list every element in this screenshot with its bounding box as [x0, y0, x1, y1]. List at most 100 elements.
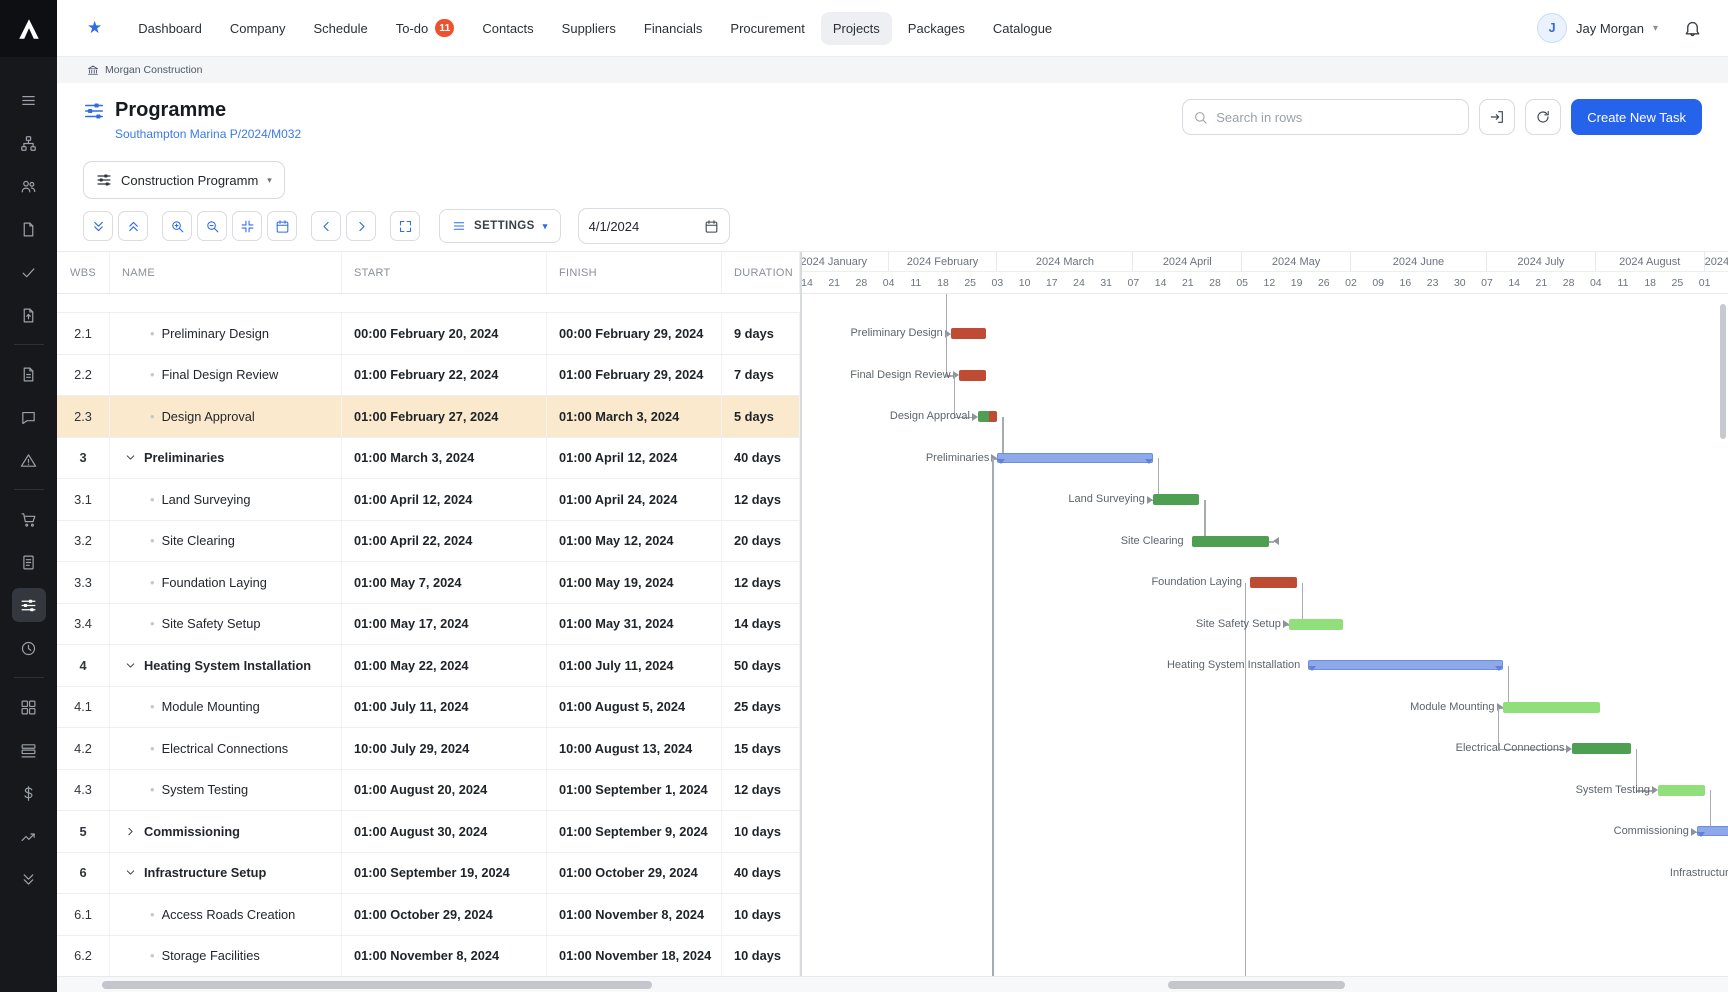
table-row[interactable]: 3.4 • Site Safety Setup 01:00 May 17, 2024 0…: [57, 603, 800, 645]
nav-item-projects[interactable]: Projects: [820, 11, 892, 45]
table-row[interactable]: 4.2 • Electrical Connections 10:00 July 29,…: [57, 728, 800, 770]
nav-item-procurement[interactable]: Procurement: [718, 12, 816, 45]
check-icon[interactable]: [12, 255, 46, 289]
timeline-week-tick: 05: [1236, 277, 1249, 289]
table-row[interactable]: 4.1 • Module Mounting 01:00 July 11, 2024 01…: [57, 686, 800, 728]
column-header-start: START: [342, 252, 547, 293]
sitemap-icon[interactable]: [12, 126, 46, 160]
name-cell: • Preliminary Design: [110, 313, 342, 354]
user-name[interactable]: Jay Morgan: [1576, 21, 1644, 36]
people-icon[interactable]: [12, 169, 46, 203]
chevrons-up-button[interactable]: [118, 211, 148, 241]
gantt-bar[interactable]: [977, 411, 998, 422]
timeline-month: 2024 September: [1705, 252, 1728, 271]
date-input[interactable]: 4/1/2024: [577, 208, 730, 244]
settings-button[interactable]: SETTINGS ▾: [439, 209, 561, 243]
gantt-horizontal-scrollbar[interactable]: [1168, 981, 1345, 989]
export-button[interactable]: [1479, 99, 1516, 135]
file-export-icon[interactable]: [12, 298, 46, 332]
gantt-summary-bar[interactable]: [997, 452, 1154, 464]
nav-item-financials[interactable]: Financials: [632, 12, 715, 45]
chevron-left-button[interactable]: [311, 211, 341, 241]
gantt-bar[interactable]: [1191, 535, 1270, 547]
table-row[interactable]: 3.3 • Foundation Laying 01:00 May 7, 2024 01…: [57, 562, 800, 604]
collapse-toggle-icon[interactable]: [124, 659, 137, 672]
gantt-bar[interactable]: [958, 369, 986, 381]
table-row[interactable]: 6.1 • Access Roads Creation 01:00 October 2…: [57, 894, 800, 936]
finish-cell: 01:00 March 3, 2024: [547, 396, 722, 437]
search-input[interactable]: [1216, 109, 1459, 125]
avatar[interactable]: J: [1537, 13, 1568, 43]
nav-item-packages[interactable]: Packages: [896, 12, 977, 45]
app-logo[interactable]: [0, 0, 57, 57]
gantt-bar[interactable]: [1288, 618, 1344, 630]
chat-icon[interactable]: [12, 400, 46, 434]
refresh-button[interactable]: [1525, 99, 1562, 135]
breadcrumb-label[interactable]: Morgan Construction: [105, 64, 202, 76]
timeline-week-tick: 11: [910, 277, 922, 289]
chevron-down-icon: ▾: [267, 174, 272, 185]
table-row[interactable]: 3.2 • Site Clearing 01:00 April 22, 2024 01:…: [57, 520, 800, 562]
gantt-bar-label: Land Surveying: [1068, 493, 1145, 505]
table-row[interactable]: 2.1 • Preliminary Design 00:00 February 20,…: [57, 313, 800, 355]
calendar-button[interactable]: [267, 211, 297, 241]
compress-button[interactable]: [232, 211, 262, 241]
nav-item-catalogue[interactable]: Catalogue: [981, 12, 1064, 45]
gantt-bar[interactable]: [1502, 701, 1600, 713]
gantt-icon[interactable]: [11, 588, 46, 622]
warning-icon[interactable]: [12, 443, 46, 477]
grid-icon[interactable]: [12, 690, 46, 724]
collapse-toggle-icon[interactable]: [124, 451, 137, 464]
expand-toggle-icon[interactable]: [124, 825, 137, 838]
gantt-bar[interactable]: [1152, 494, 1200, 505]
gantt-summary-bar[interactable]: [1308, 660, 1503, 671]
chevron-right-button[interactable]: [346, 211, 376, 241]
gantt-vertical-scrollbar[interactable]: [1720, 304, 1726, 439]
table-row[interactable]: 2.3 • Design Approval 01:00 February 27, 20…: [57, 396, 800, 438]
table-row[interactable]: 3.1 • Land Surveying 01:00 April 12, 2024 01…: [57, 479, 800, 521]
list-icon[interactable]: [12, 83, 46, 117]
chevrons-down-icon[interactable]: [12, 862, 46, 896]
gantt-bar[interactable]: [1657, 784, 1705, 796]
nav-item-company[interactable]: Company: [218, 12, 298, 45]
notifications-bell-icon[interactable]: [1683, 19, 1702, 38]
create-new-task-button[interactable]: Create New Task: [1571, 99, 1702, 135]
nav-item-contacts[interactable]: Contacts: [470, 12, 545, 45]
invoice-icon[interactable]: [12, 545, 46, 579]
gantt-bar[interactable]: [950, 328, 986, 339]
dollar-icon[interactable]: [12, 776, 46, 810]
gantt-summary-bar[interactable]: [1696, 826, 1728, 837]
favorites-star-icon[interactable]: ★: [87, 18, 102, 38]
table-row[interactable]: 6.2 • Storage Facilities 01:00 November 8, …: [57, 935, 800, 976]
table-row[interactable]: 5 Commissioning 01:00 August 30, 2024 01:00…: [57, 811, 800, 853]
table-row[interactable]: 6 Infrastructure Setup 01:00 September 19,…: [57, 852, 800, 894]
clock-icon[interactable]: [12, 631, 46, 665]
nav-item-dashboard[interactable]: Dashboard: [126, 12, 214, 45]
project-link[interactable]: Southampton Marina P/2024/M032: [115, 127, 301, 141]
table-row[interactable]: 4 Heating System Installation 01:00 May 22…: [57, 645, 800, 687]
chevrons-down-button[interactable]: [83, 211, 113, 241]
zoom-in-button[interactable]: [162, 211, 192, 241]
fullscreen-button[interactable]: [390, 211, 420, 241]
table-horizontal-scrollbar[interactable]: [102, 981, 652, 989]
table-row[interactable]: 4.3 • System Testing 01:00 August 20, 2024 0…: [57, 769, 800, 811]
rows-icon[interactable]: [12, 733, 46, 767]
task-name: Heating System Installation: [144, 657, 312, 673]
programme-view-selector[interactable]: Construction Programm ▾: [83, 161, 285, 199]
zoom-out-button[interactable]: [197, 211, 227, 241]
table-row[interactable]: 3 Preliminaries 01:00 March 3, 2024 01:00 A…: [57, 437, 800, 479]
nav-item-to-do[interactable]: To-do 11: [384, 10, 467, 46]
gantt-bar[interactable]: [1249, 577, 1297, 588]
nav-item-label: Procurement: [730, 20, 805, 36]
nav-item-suppliers[interactable]: Suppliers: [550, 12, 628, 45]
timeline-week-tick: 21: [828, 277, 841, 289]
file-icon[interactable]: [12, 357, 46, 391]
nav-item-schedule[interactable]: Schedule: [302, 12, 380, 45]
collapse-toggle-icon[interactable]: [124, 866, 137, 879]
table-row[interactable]: 2.2 • Final Design Review 01:00 February 22…: [57, 354, 800, 396]
trend-icon[interactable]: [12, 819, 46, 853]
gantt-bar[interactable]: [1572, 743, 1631, 754]
document-icon[interactable]: [12, 212, 46, 246]
cart-icon[interactable]: [12, 502, 46, 536]
start-cell: 01:00 August 20, 2024: [342, 769, 547, 810]
